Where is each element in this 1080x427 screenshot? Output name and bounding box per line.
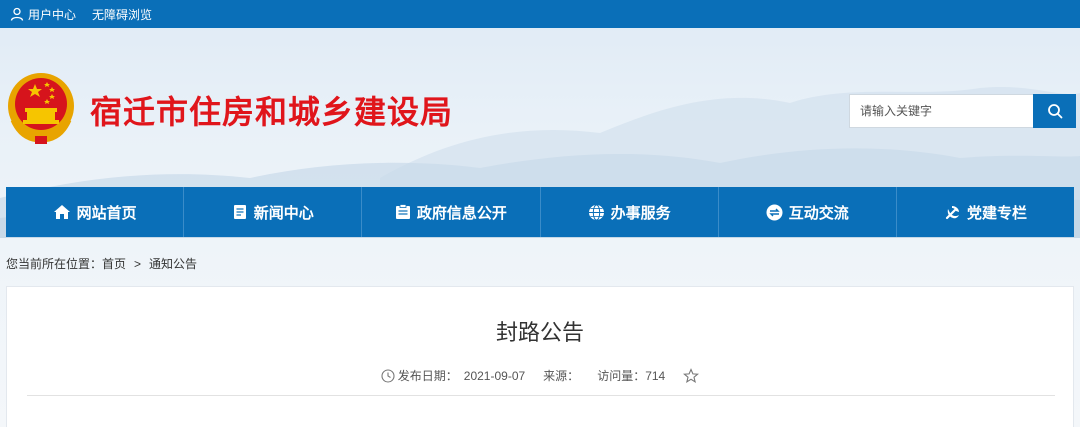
nav-item-label: 政府信息公开: [416, 203, 507, 222]
national-emblem-logo: [8, 73, 74, 144]
meta-divider: [27, 395, 1055, 396]
article-meta: 发布日期： 2021-09-07 来源： 访问量： 714: [7, 367, 1073, 384]
party-emblem-icon: [945, 205, 959, 219]
nav-item-label: 新闻中心: [253, 203, 314, 222]
nav-item-label: 办事服务: [610, 203, 671, 222]
nav-item-services[interactable]: 办事服务: [541, 187, 719, 237]
article-panel: 封路公告 发布日期： 2021-09-07 来源： 访问量： 714: [6, 286, 1074, 427]
home-icon: [53, 205, 70, 219]
main-nav: 网站首页 新闻中心 政府信息公开 办事服务 互动交流 党建专栏: [6, 187, 1074, 237]
search-box: [849, 94, 1076, 128]
date-label: 发布日期：: [397, 369, 458, 383]
search-icon: [1047, 104, 1062, 119]
nav-item-home[interactable]: 网站首页: [6, 187, 185, 237]
exchange-icon: [766, 204, 783, 220]
breadcrumb-current-link[interactable]: 通知公告: [149, 257, 197, 271]
nav-item-label: 网站首页: [76, 203, 137, 222]
user-icon: [10, 7, 24, 21]
nav-item-label: 党建专栏: [966, 203, 1027, 222]
nav-item-label: 互动交流: [788, 203, 849, 222]
breadcrumb-prefix: 您当前所在位置：: [6, 257, 103, 271]
publish-date: 2021-09-07: [463, 368, 526, 383]
accessibility-label: 无障碍浏览: [92, 7, 153, 22]
breadcrumb-separator: >: [134, 257, 142, 271]
breadcrumb: 您当前所在位置：首页 > 通知公告: [6, 255, 197, 272]
nav-item-party[interactable]: 党建专栏: [897, 187, 1074, 237]
article-title: 封路公告: [495, 321, 584, 346]
search-button[interactable]: [1033, 94, 1076, 128]
star-icon[interactable]: [683, 367, 700, 384]
accessibility-link[interactable]: 无障碍浏览: [92, 6, 152, 23]
source-label: 来源：: [543, 369, 580, 383]
nav-item-gov-info[interactable]: 政府信息公开: [362, 187, 541, 237]
clock-icon: [381, 368, 395, 383]
views-label: 访问量：: [597, 369, 646, 383]
search-input[interactable]: [849, 94, 1033, 128]
document-icon: [395, 204, 410, 219]
top-bar: 用户中心 无障碍浏览: [0, 0, 1080, 28]
views-count: 714: [645, 368, 666, 383]
user-center-label: 用户中心: [28, 7, 77, 22]
nav-item-news[interactable]: 新闻中心: [184, 187, 363, 237]
user-center-link[interactable]: 用户中心: [10, 6, 76, 23]
nav-item-interaction[interactable]: 互动交流: [719, 187, 897, 237]
site-title: 宿迁市住房和城乡建设局: [90, 93, 454, 131]
globe-icon: [588, 204, 604, 220]
news-icon: [233, 205, 246, 219]
breadcrumb-home-link[interactable]: 首页: [102, 257, 126, 271]
